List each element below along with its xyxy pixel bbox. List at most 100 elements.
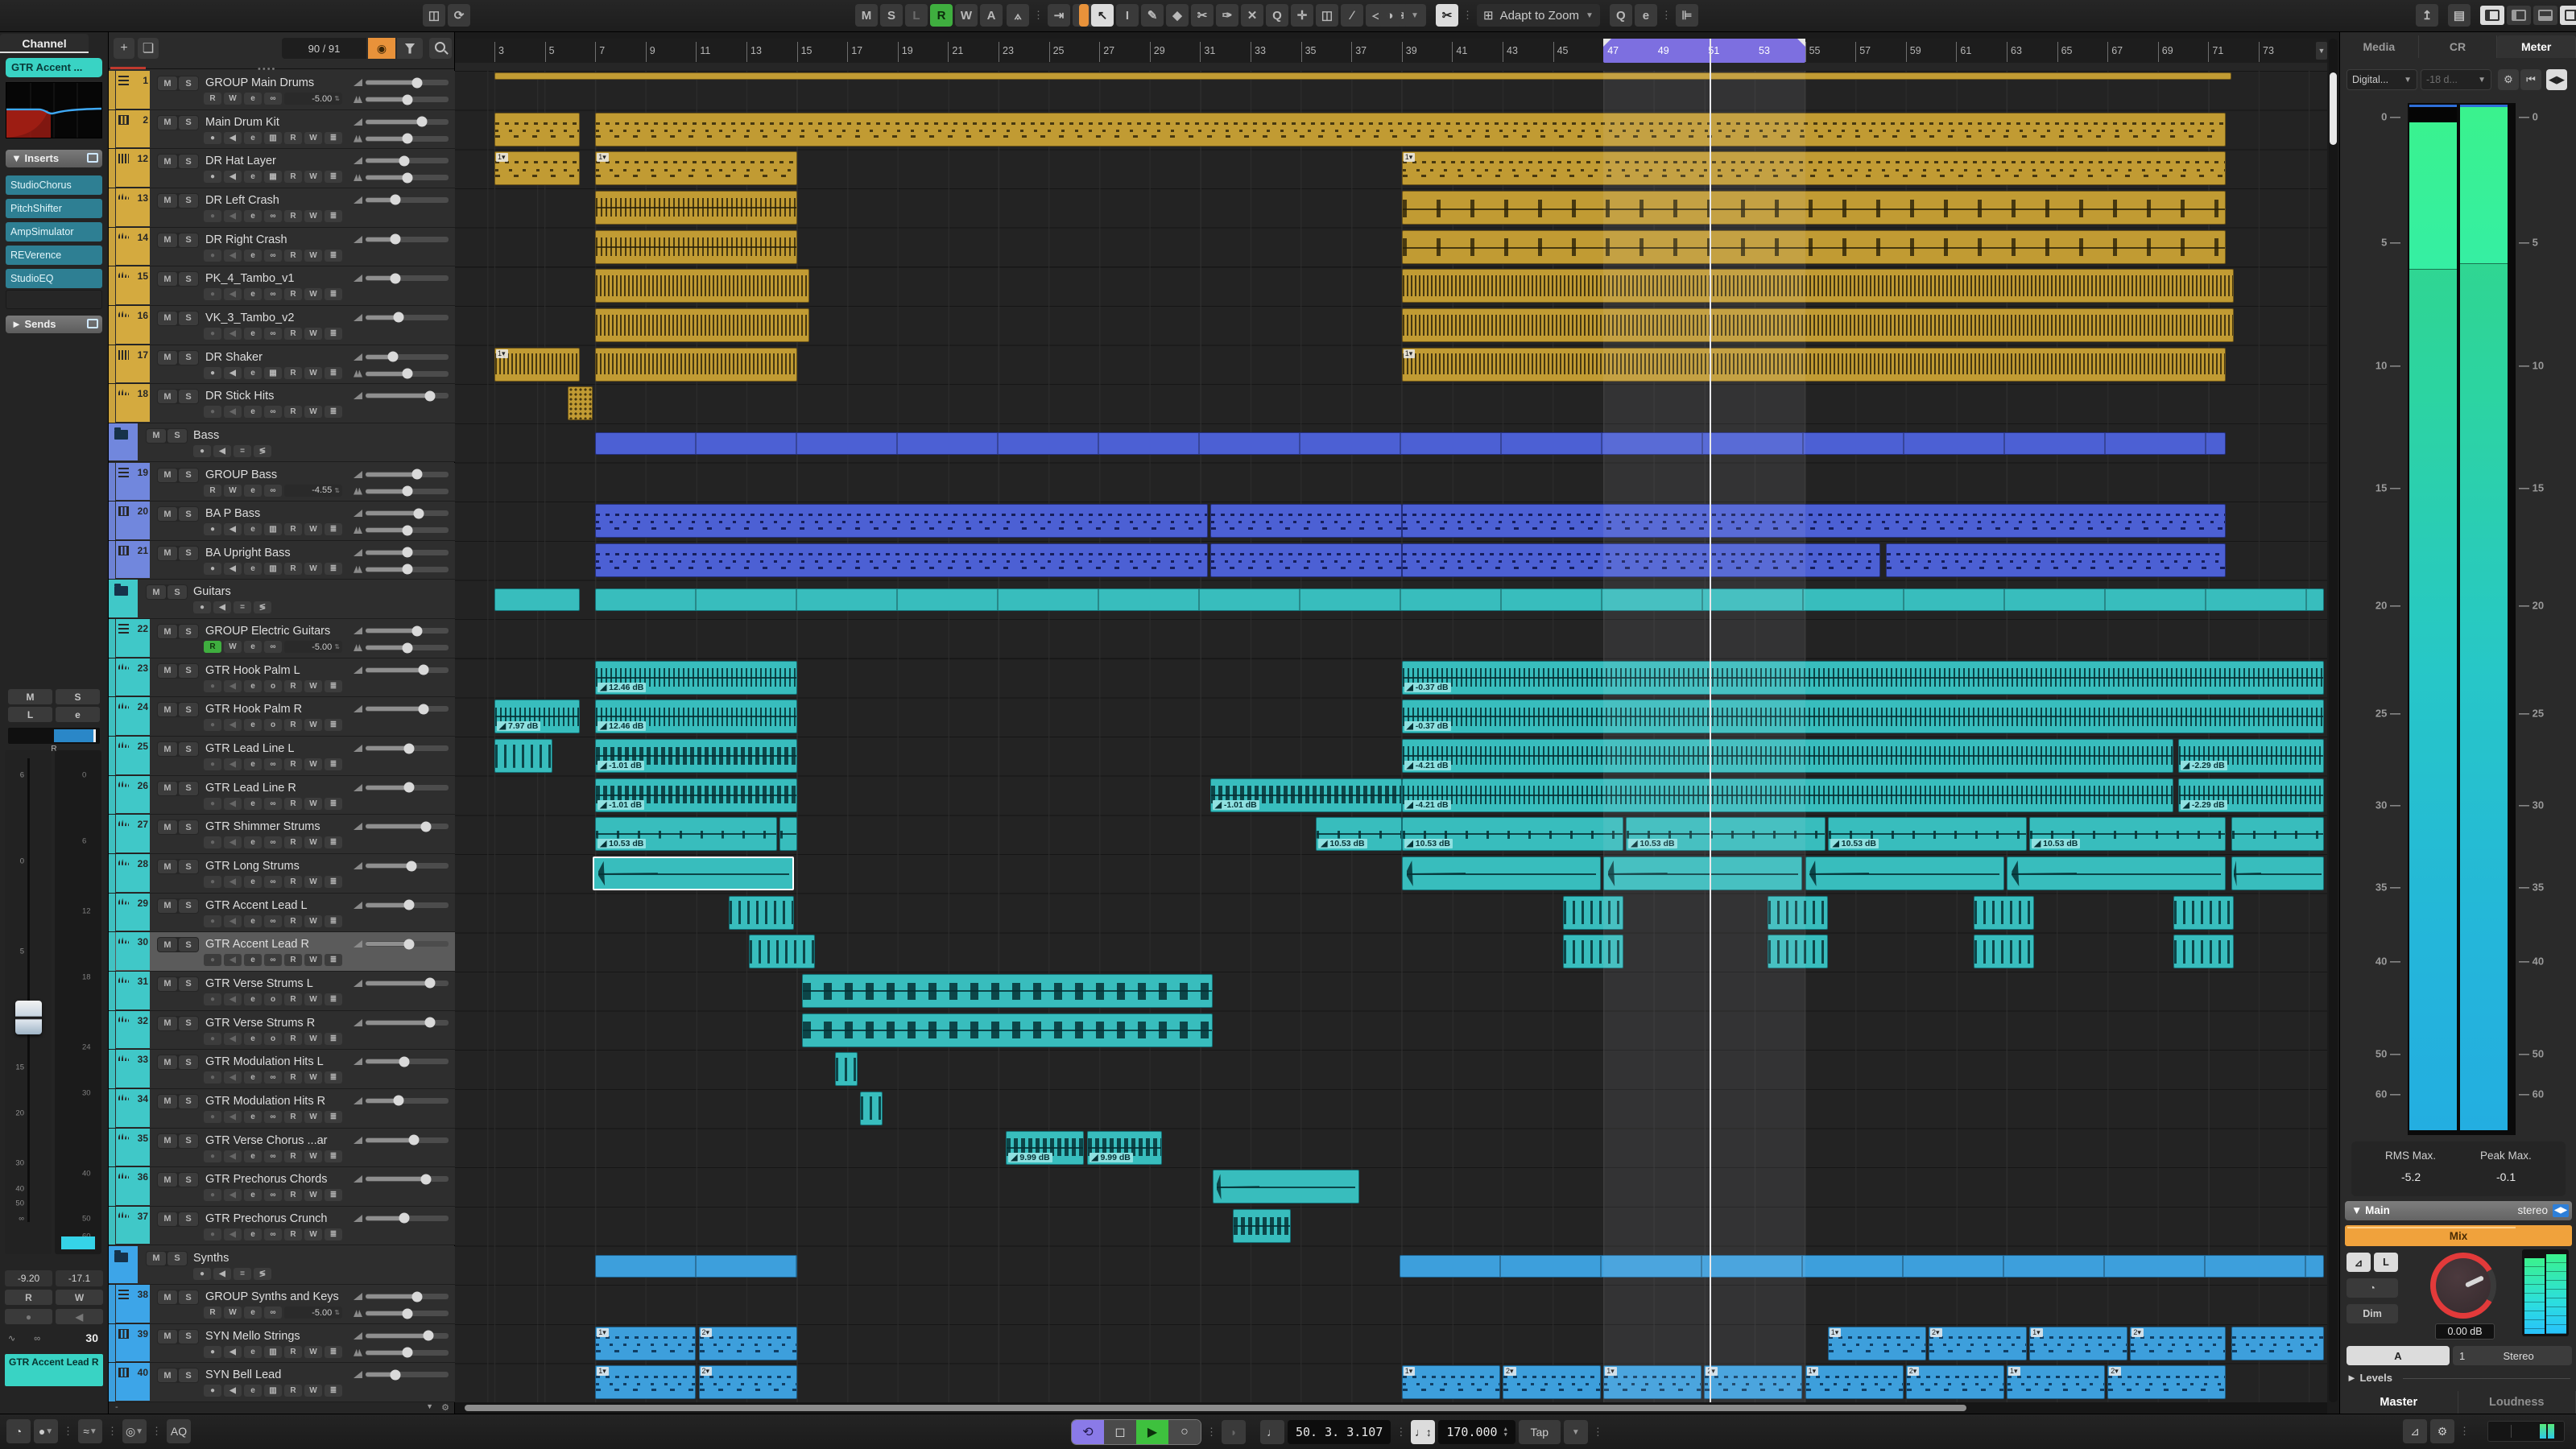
event[interactable] xyxy=(1210,504,1402,538)
group-editing-icon-button[interactable]: = xyxy=(234,601,251,613)
solo-button[interactable]: S xyxy=(179,351,198,365)
event[interactable]: ◢ -1.01 dB xyxy=(1210,778,1402,812)
ruler-bar-number[interactable]: 19 xyxy=(902,45,913,56)
controls-menu-icon-button[interactable]: ≣ xyxy=(325,1385,342,1397)
event[interactable] xyxy=(595,504,1208,538)
event[interactable]: ◢ 10.53 dB xyxy=(1316,817,1401,851)
tab-channel[interactable]: Channel xyxy=(0,34,89,53)
volume-slider[interactable] xyxy=(354,1290,449,1302)
track-name[interactable]: GROUP Synths and Keys xyxy=(205,1290,339,1303)
stereo-icon-button[interactable]: o xyxy=(264,680,282,692)
event-take-flag[interactable]: 1▾ xyxy=(1830,1328,1842,1337)
fader-handle[interactable] xyxy=(15,1001,42,1034)
solo-button[interactable]: S xyxy=(179,194,198,208)
track-row-15[interactable]: 15MSPK_4_Tambo_v1●◀e∞RW≣ xyxy=(109,266,455,306)
mute-button[interactable]: M xyxy=(158,1330,177,1344)
record-enable-button[interactable]: ● xyxy=(204,210,221,222)
volume-slider-track[interactable] xyxy=(366,510,449,516)
event[interactable] xyxy=(595,432,2226,455)
project-cursor[interactable] xyxy=(1710,39,1711,1402)
meter-reference-dropdown[interactable]: -18 d...▼ xyxy=(2421,69,2491,90)
event[interactable] xyxy=(2173,935,2234,968)
track-row-13[interactable]: 13MSDR Left Crash●◀e∞RW≣ xyxy=(109,188,455,228)
track-color-strip[interactable]: 12 xyxy=(116,149,150,187)
track-row-30[interactable]: 30MSGTR Accent Lead R●◀e∞RW≣ xyxy=(109,932,455,972)
volume-slider[interactable] xyxy=(354,76,449,89)
glue-tool[interactable]: ✑ xyxy=(1216,4,1238,27)
time-warp-tool[interactable]: ◫ xyxy=(1316,4,1338,27)
event[interactable]: ◢ -0.37 dB xyxy=(1402,700,2325,733)
event[interactable]: ◢ -1.01 dB xyxy=(595,739,796,773)
record-mode-dropdown[interactable]: ● ▼ xyxy=(34,1419,58,1443)
insert-slot-reverence[interactable]: REVerence xyxy=(6,246,102,265)
track-row-bass[interactable]: MSBass●◀=≶ xyxy=(109,423,455,463)
event[interactable] xyxy=(2231,1327,2325,1360)
write-automation-button[interactable]: W xyxy=(224,93,242,105)
event-take-flag[interactable]: 1▾ xyxy=(496,349,508,358)
monitor-button[interactable]: ◀ xyxy=(224,798,242,810)
record-enable-button[interactable]: ● xyxy=(5,1309,52,1324)
event[interactable]: ◢ -2.29 dB xyxy=(2178,739,2325,773)
event[interactable]: ◢ 10.53 dB xyxy=(595,817,776,851)
volume-slider-track[interactable] xyxy=(366,824,449,829)
tab-meter[interactable]: Meter xyxy=(2497,35,2576,58)
pan-slider-knob[interactable] xyxy=(402,1308,412,1319)
event-take-flag[interactable]: 1▾ xyxy=(1807,1367,1819,1376)
track-row-31[interactable]: 31MSGTR Verse Strums L●◀eoRW≣ xyxy=(109,972,455,1011)
controls-menu-icon-button[interactable]: ≣ xyxy=(325,798,342,810)
edit-channel-button[interactable]: e xyxy=(244,563,262,575)
crossfade-icon[interactable]: ✂ xyxy=(1436,4,1458,27)
volume-spinner-icon[interactable]: ⇅ xyxy=(334,643,340,650)
write-automation-button[interactable]: W xyxy=(304,563,322,575)
track-color-strip[interactable]: 24 xyxy=(116,697,150,735)
volume-slider-knob[interactable] xyxy=(391,273,401,283)
quantize-button[interactable]: Q xyxy=(1610,4,1632,27)
track-row-21[interactable]: 21MSBA Upright Bass●◀e▥RW≣ xyxy=(109,541,455,580)
ruler-bar-number[interactable]: 61 xyxy=(1960,45,1971,56)
sync-icon[interactable]: ⟳ xyxy=(448,4,470,27)
write-automation-button[interactable]: W xyxy=(304,993,322,1005)
stereo-icon-button[interactable]: ∞ xyxy=(264,1228,282,1241)
volume-slider-track[interactable] xyxy=(366,197,449,203)
track-name[interactable]: GTR Hook Palm L xyxy=(205,664,300,677)
monitor-button[interactable]: ◀ xyxy=(224,1385,242,1397)
volume-slider-track[interactable] xyxy=(366,1059,449,1064)
primary-time-display[interactable]: 50. 3. 3.107 xyxy=(1288,1420,1391,1444)
controls-menu-icon-button[interactable]: ≣ xyxy=(325,1189,342,1201)
controls-menu-icon-button[interactable]: ≣ xyxy=(325,288,342,300)
volume-slider[interactable] xyxy=(354,194,449,206)
draw-tool[interactable]: ✎ xyxy=(1141,4,1164,27)
fader-value-readout[interactable]: -9.20 xyxy=(5,1270,52,1286)
pan-slider-track[interactable] xyxy=(366,136,449,142)
pan-slider[interactable] xyxy=(354,368,449,380)
volume-slider-track[interactable] xyxy=(366,1294,449,1299)
event[interactable] xyxy=(1805,857,2004,890)
volume-slider[interactable] xyxy=(354,155,449,167)
volume-slider-knob[interactable] xyxy=(424,1331,434,1341)
event[interactable] xyxy=(1233,1209,1291,1243)
track-row-32[interactable]: 32MSGTR Verse Strums R●◀eoRW≣ xyxy=(109,1011,455,1051)
track-scale-dropdown[interactable]: ▼ xyxy=(426,1402,433,1410)
ruler-bar-number[interactable]: 63 xyxy=(2011,45,2022,56)
record-enable-button[interactable]: ● xyxy=(193,601,211,613)
solo-button[interactable]: S xyxy=(179,233,198,247)
event[interactable]: ◢ 12.46 dB xyxy=(595,700,796,733)
record-enable-button[interactable]: ● xyxy=(204,798,221,810)
track-row-28[interactable]: 28MSGTR Long Strums●◀e∞RW≣ xyxy=(109,854,455,894)
eq-curve-thumbnail[interactable] xyxy=(6,82,102,138)
volume-slider-track[interactable] xyxy=(366,393,449,398)
onscreen-keyboard-icon[interactable]: ▤ xyxy=(2448,4,2471,27)
global-automation-m-button[interactable]: M xyxy=(855,4,878,27)
read-automation-button[interactable]: R xyxy=(204,485,221,497)
track-row-40[interactable]: 40MSSYN Bell Lead●◀e▥RW≣ xyxy=(109,1363,455,1402)
write-automation-button[interactable]: W xyxy=(304,719,322,731)
record-enable-button[interactable]: ● xyxy=(204,758,221,770)
stereo-icon-button[interactable]: ∞ xyxy=(264,485,282,497)
drum-icon-button[interactable]: ▦ xyxy=(264,367,282,379)
track-color-strip[interactable]: 26 xyxy=(116,776,150,814)
monitor-button[interactable]: ◀ xyxy=(224,1228,242,1241)
volume-slider[interactable] xyxy=(354,1330,449,1342)
volume-slider-track[interactable] xyxy=(366,902,449,908)
track-row-37[interactable]: 37MSGTR Prechorus Crunch●◀e∞RW≣ xyxy=(109,1207,455,1246)
mute-button[interactable]: M xyxy=(158,860,177,873)
